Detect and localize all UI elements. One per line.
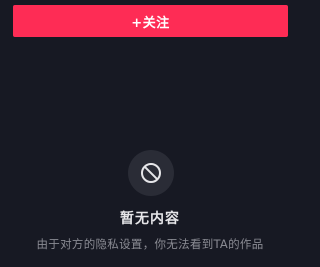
- empty-state-title: 暂无内容: [120, 211, 180, 227]
- follow-button-label: +关注: [131, 15, 170, 31]
- empty-state-icon-container: [128, 150, 174, 196]
- no-entry-icon: [141, 163, 161, 183]
- follow-button[interactable]: +关注: [13, 5, 288, 37]
- empty-state-description: 由于对方的隐私设置，你无法看到TA的作品: [36, 237, 264, 251]
